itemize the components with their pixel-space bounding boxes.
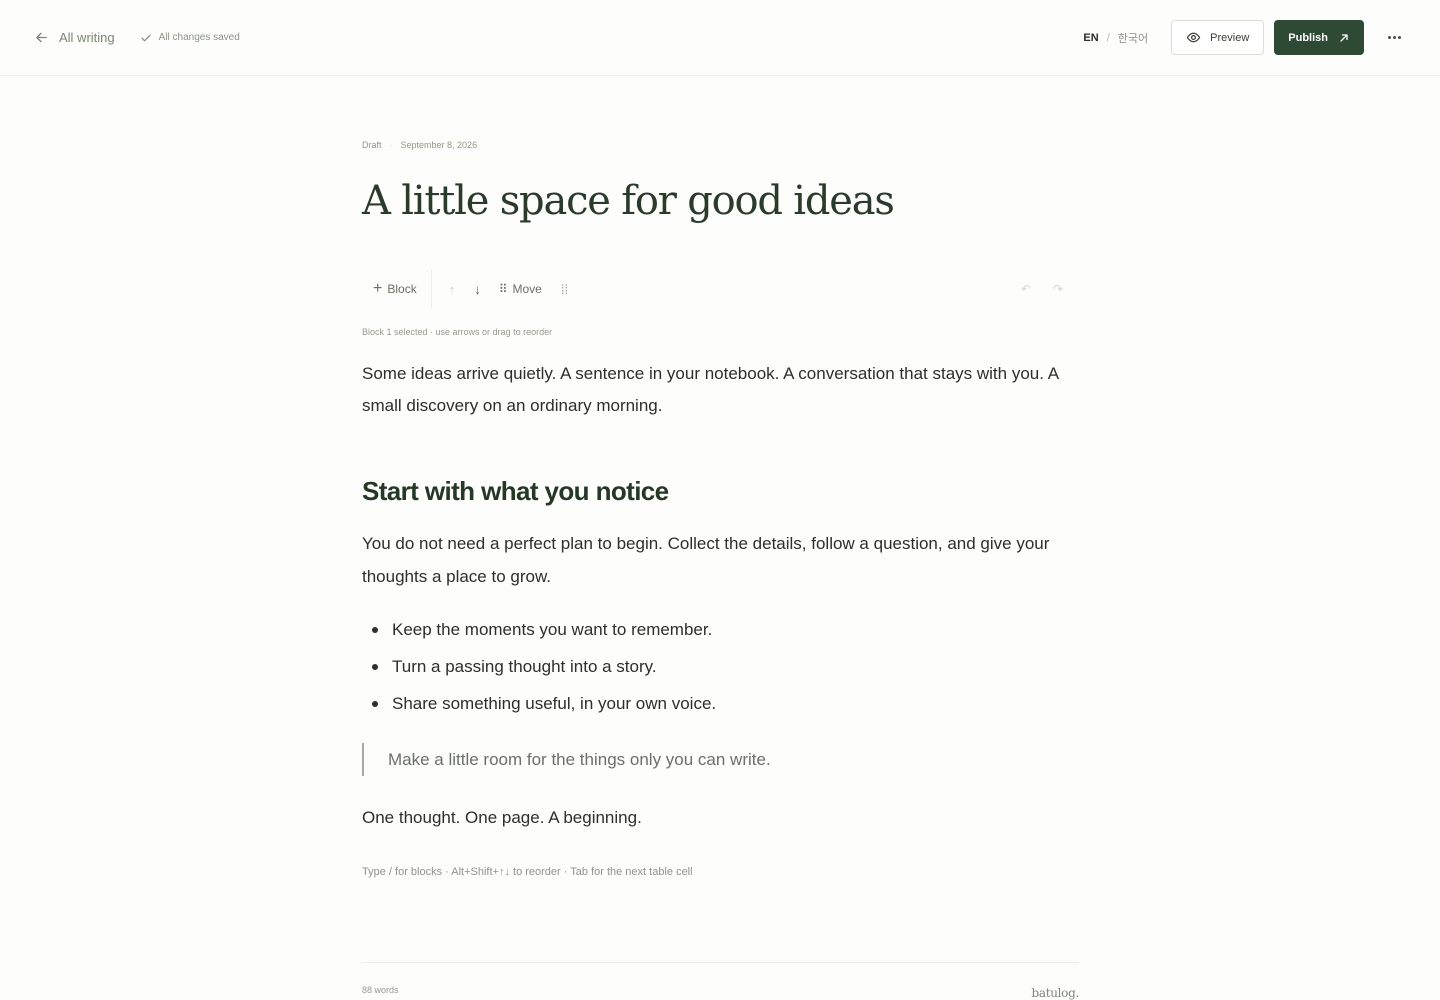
add-block-button[interactable]: + Block bbox=[362, 270, 432, 308]
more-options-button[interactable] bbox=[1384, 28, 1404, 48]
block-toolbar: + Block ↑ ↓ ⠿ Move ⁞⁞ ↶ ↷ bbox=[362, 270, 1079, 308]
quote-block[interactable]: Make a little room for the things only y… bbox=[362, 743, 771, 776]
arrow-up-right-icon bbox=[1340, 33, 1348, 42]
arrow-down-icon: ↓ bbox=[474, 281, 481, 297]
preview-button[interactable]: Preview bbox=[1171, 20, 1265, 55]
list-item-text: Share something useful, in your own voic… bbox=[392, 693, 717, 713]
drag-handle-icon: ⠿ bbox=[498, 282, 508, 296]
move-block-label: Move bbox=[512, 282, 542, 296]
arrow-left-icon bbox=[36, 32, 47, 43]
publish-button[interactable]: Publish bbox=[1274, 20, 1364, 55]
paragraph-block[interactable]: Some ideas arrive quietly. A sentence in… bbox=[362, 358, 1079, 422]
redo-button[interactable]: ↷ bbox=[1053, 282, 1063, 296]
language-switcher: EN / 한국어 bbox=[1083, 30, 1148, 46]
meta-separator: · bbox=[389, 140, 393, 150]
heading-block[interactable]: Start with what you notice bbox=[362, 476, 669, 507]
status-badge: Draft bbox=[362, 140, 382, 150]
language-en[interactable]: EN bbox=[1083, 32, 1098, 44]
bullet-dot bbox=[372, 700, 378, 707]
word-count: 88 words bbox=[362, 985, 399, 995]
list-item[interactable]: Keep the moments you want to remember. bbox=[362, 611, 716, 648]
back-to-all-writing-link[interactable]: All writing bbox=[34, 30, 115, 45]
back-link-label: All writing bbox=[59, 30, 115, 45]
undo-button[interactable]: ↶ bbox=[1021, 282, 1031, 296]
bullet-list-block[interactable]: Keep the moments you want to remember. T… bbox=[362, 611, 716, 722]
undo-icon: ↶ bbox=[1020, 282, 1031, 296]
list-item[interactable]: Turn a passing thought into a story. bbox=[362, 648, 716, 685]
top-bar: All writing All changes saved EN / 한국어 P… bbox=[0, 0, 1440, 76]
more-horizontal-icon bbox=[1387, 36, 1391, 39]
brand-logo: batulog. bbox=[1031, 986, 1079, 1000]
save-status-label: All changes saved bbox=[158, 32, 240, 43]
document-meta: Draft · September 8, 2026 bbox=[362, 140, 477, 150]
move-block-button[interactable]: ⠿ Move bbox=[499, 282, 542, 296]
keyboard-hint: Type / for blocks · Alt+Shift+↑↓ to reor… bbox=[362, 866, 693, 878]
redo-icon: ↷ bbox=[1052, 282, 1063, 296]
list-item-text: Keep the moments you want to remember. bbox=[392, 619, 713, 639]
list-item[interactable]: Share something useful, in your own voic… bbox=[362, 685, 716, 722]
paragraph-block[interactable]: You do not need a perfect plan to begin.… bbox=[362, 527, 1079, 593]
document-date: September 8, 2026 bbox=[400, 140, 478, 150]
grip-icon: ⁞⁞ bbox=[560, 281, 569, 297]
preview-button-label: Preview bbox=[1210, 31, 1250, 44]
arrow-up-icon: ↑ bbox=[448, 281, 456, 297]
language-separator: / bbox=[1106, 31, 1110, 44]
add-block-label: Block bbox=[387, 282, 417, 296]
list-item-text: Turn a passing thought into a story. bbox=[392, 656, 657, 676]
bullet-dot bbox=[372, 626, 378, 633]
check-icon bbox=[140, 34, 151, 41]
language-ko[interactable]: 한국어 bbox=[1118, 30, 1148, 46]
move-up-button[interactable]: ↑ bbox=[449, 282, 456, 297]
save-status: All changes saved bbox=[140, 32, 240, 44]
block-grip-button[interactable]: ⁞⁞ bbox=[561, 282, 568, 297]
document-title[interactable]: A little space for good ideas bbox=[362, 178, 1079, 224]
eye-icon bbox=[1186, 32, 1201, 43]
move-down-button[interactable]: ↓ bbox=[474, 282, 481, 297]
bullet-dot bbox=[372, 663, 378, 670]
footer-divider bbox=[362, 962, 1079, 963]
selection-hint: Block 1 selected · use arrows or drag to… bbox=[362, 327, 553, 337]
paragraph-block[interactable]: One thought. One page. A beginning. bbox=[362, 808, 642, 828]
plus-icon: + bbox=[373, 280, 383, 297]
publish-button-label: Publish bbox=[1288, 31, 1328, 44]
